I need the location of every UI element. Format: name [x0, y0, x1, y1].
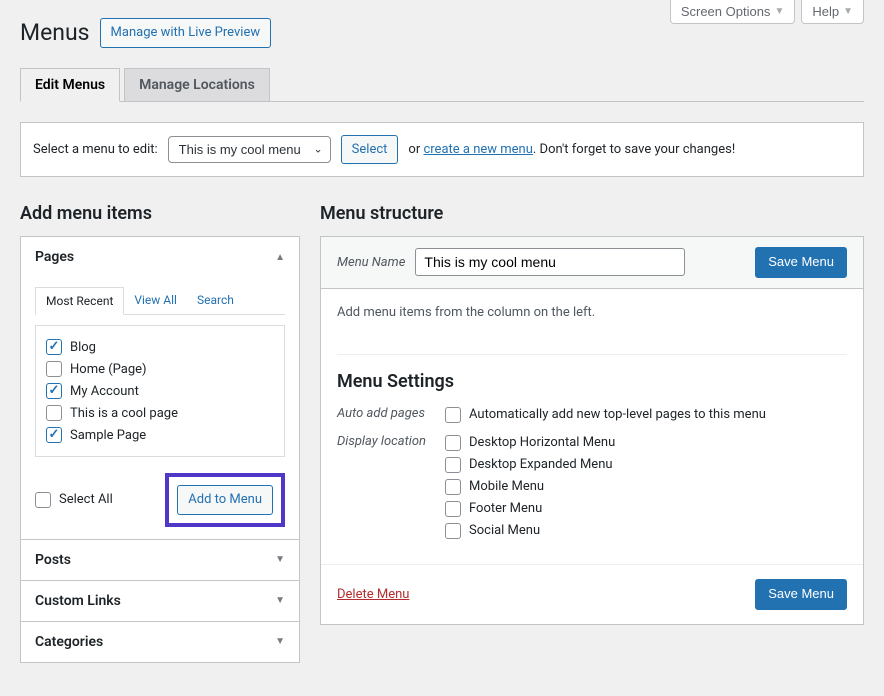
triangle-down-icon: ▼: [275, 636, 285, 647]
menu-select-notice: Select a menu to edit: This is my cool m…: [20, 122, 864, 178]
nav-tabs: Edit Menus Manage Locations: [20, 68, 864, 102]
categories-title: Categories: [35, 634, 103, 650]
custom-links-title: Custom Links: [35, 593, 121, 609]
triangle-up-icon: ▲: [275, 252, 285, 263]
create-new-menu-link[interactable]: create a new menu: [423, 142, 532, 157]
subtab-most-recent[interactable]: Most Recent: [35, 287, 124, 315]
categories-accordion-toggle[interactable]: Categories ▼: [21, 622, 299, 662]
location-checkbox[interactable]: [445, 457, 461, 473]
select-all-toggle[interactable]: Select All: [35, 489, 113, 511]
triangle-down-icon: ▼: [275, 554, 285, 565]
location-option[interactable]: Social Menu: [445, 520, 847, 542]
empty-menu-hint: Add menu items from the column on the le…: [337, 305, 847, 320]
menu-name-label: Menu Name: [337, 255, 405, 270]
pages-checklist: Blog Home (Page) My Account This is: [35, 325, 285, 457]
menu-select[interactable]: This is my cool menu: [168, 136, 331, 163]
add-items-heading: Add menu items: [20, 203, 300, 224]
location-label: Footer Menu: [469, 501, 542, 516]
highlight-annotation: Add to Menu: [165, 473, 285, 527]
delete-menu-link[interactable]: Delete Menu: [337, 587, 409, 602]
screen-options-label: Screen Options: [681, 4, 771, 19]
pages-accordion-toggle[interactable]: Pages ▲: [21, 237, 299, 277]
location-label: Desktop Horizontal Menu: [469, 435, 615, 450]
page-label: Sample Page: [70, 428, 146, 443]
location-option[interactable]: Desktop Expanded Menu: [445, 454, 847, 476]
auto-add-checkbox[interactable]: [445, 407, 461, 423]
triangle-down-icon: ▼: [275, 595, 285, 606]
page-item[interactable]: Blog: [46, 336, 274, 358]
screen-options-button[interactable]: Screen Options ▼: [670, 0, 796, 24]
menu-structure-heading: Menu structure: [320, 203, 864, 224]
page-label: Home (Page): [70, 362, 147, 377]
select-all-checkbox[interactable]: [35, 492, 51, 508]
location-option[interactable]: Mobile Menu: [445, 476, 847, 498]
location-checkbox[interactable]: [445, 479, 461, 495]
add-to-menu-button[interactable]: Add to Menu: [177, 485, 273, 515]
save-menu-button[interactable]: Save Menu: [755, 247, 847, 278]
location-option[interactable]: Desktop Horizontal Menu: [445, 432, 847, 454]
auto-add-text: Automatically add new top-level pages to…: [469, 407, 766, 422]
posts-title: Posts: [35, 552, 71, 568]
custom-links-accordion-toggle[interactable]: Custom Links ▼: [21, 581, 299, 621]
auto-add-label: Auto add pages: [337, 404, 429, 426]
auto-add-toggle[interactable]: Automatically add new top-level pages to…: [445, 404, 847, 426]
location-label: Desktop Expanded Menu: [469, 457, 613, 472]
menu-settings-heading: Menu Settings: [337, 371, 847, 392]
location-label: Mobile Menu: [469, 479, 544, 494]
help-button[interactable]: Help ▼: [801, 0, 864, 24]
save-menu-button-bottom[interactable]: Save Menu: [755, 579, 847, 610]
menu-name-input[interactable]: [415, 248, 685, 276]
page-checkbox[interactable]: [46, 339, 62, 355]
caret-down-icon: ▼: [774, 6, 784, 17]
page-label: This is a cool page: [70, 406, 178, 421]
subtab-view-all[interactable]: View All: [124, 287, 187, 314]
live-preview-button[interactable]: Manage with Live Preview: [100, 18, 272, 48]
page-item[interactable]: This is a cool page: [46, 402, 274, 424]
select-menu-label: Select a menu to edit:: [33, 142, 158, 157]
or-text: or: [408, 142, 420, 157]
pages-title: Pages: [35, 249, 74, 265]
page-title: Menus: [20, 19, 90, 46]
page-checkbox[interactable]: [46, 361, 62, 377]
location-checkbox[interactable]: [445, 501, 461, 517]
tab-manage-locations[interactable]: Manage Locations: [124, 68, 270, 101]
location-checkbox[interactable]: [445, 523, 461, 539]
display-location-label: Display location: [337, 432, 429, 542]
page-item[interactable]: Sample Page: [46, 424, 274, 446]
page-item[interactable]: My Account: [46, 380, 274, 402]
page-checkbox[interactable]: [46, 427, 62, 443]
help-label: Help: [812, 4, 839, 19]
page-checkbox[interactable]: [46, 383, 62, 399]
page-checkbox[interactable]: [46, 405, 62, 421]
location-checkbox[interactable]: [445, 435, 461, 451]
page-item[interactable]: Home (Page): [46, 358, 274, 380]
page-label: Blog: [70, 340, 96, 355]
select-all-label: Select All: [59, 492, 113, 507]
location-label: Social Menu: [469, 523, 540, 538]
page-label: My Account: [70, 384, 139, 399]
caret-down-icon: ▼: [843, 6, 853, 17]
subtab-search[interactable]: Search: [187, 287, 244, 314]
tab-edit-menus[interactable]: Edit Menus: [20, 68, 120, 102]
select-button[interactable]: Select: [341, 135, 399, 165]
notice-suffix: . Don't forget to save your changes!: [533, 142, 735, 157]
location-option[interactable]: Footer Menu: [445, 498, 847, 520]
posts-accordion-toggle[interactable]: Posts ▼: [21, 540, 299, 580]
